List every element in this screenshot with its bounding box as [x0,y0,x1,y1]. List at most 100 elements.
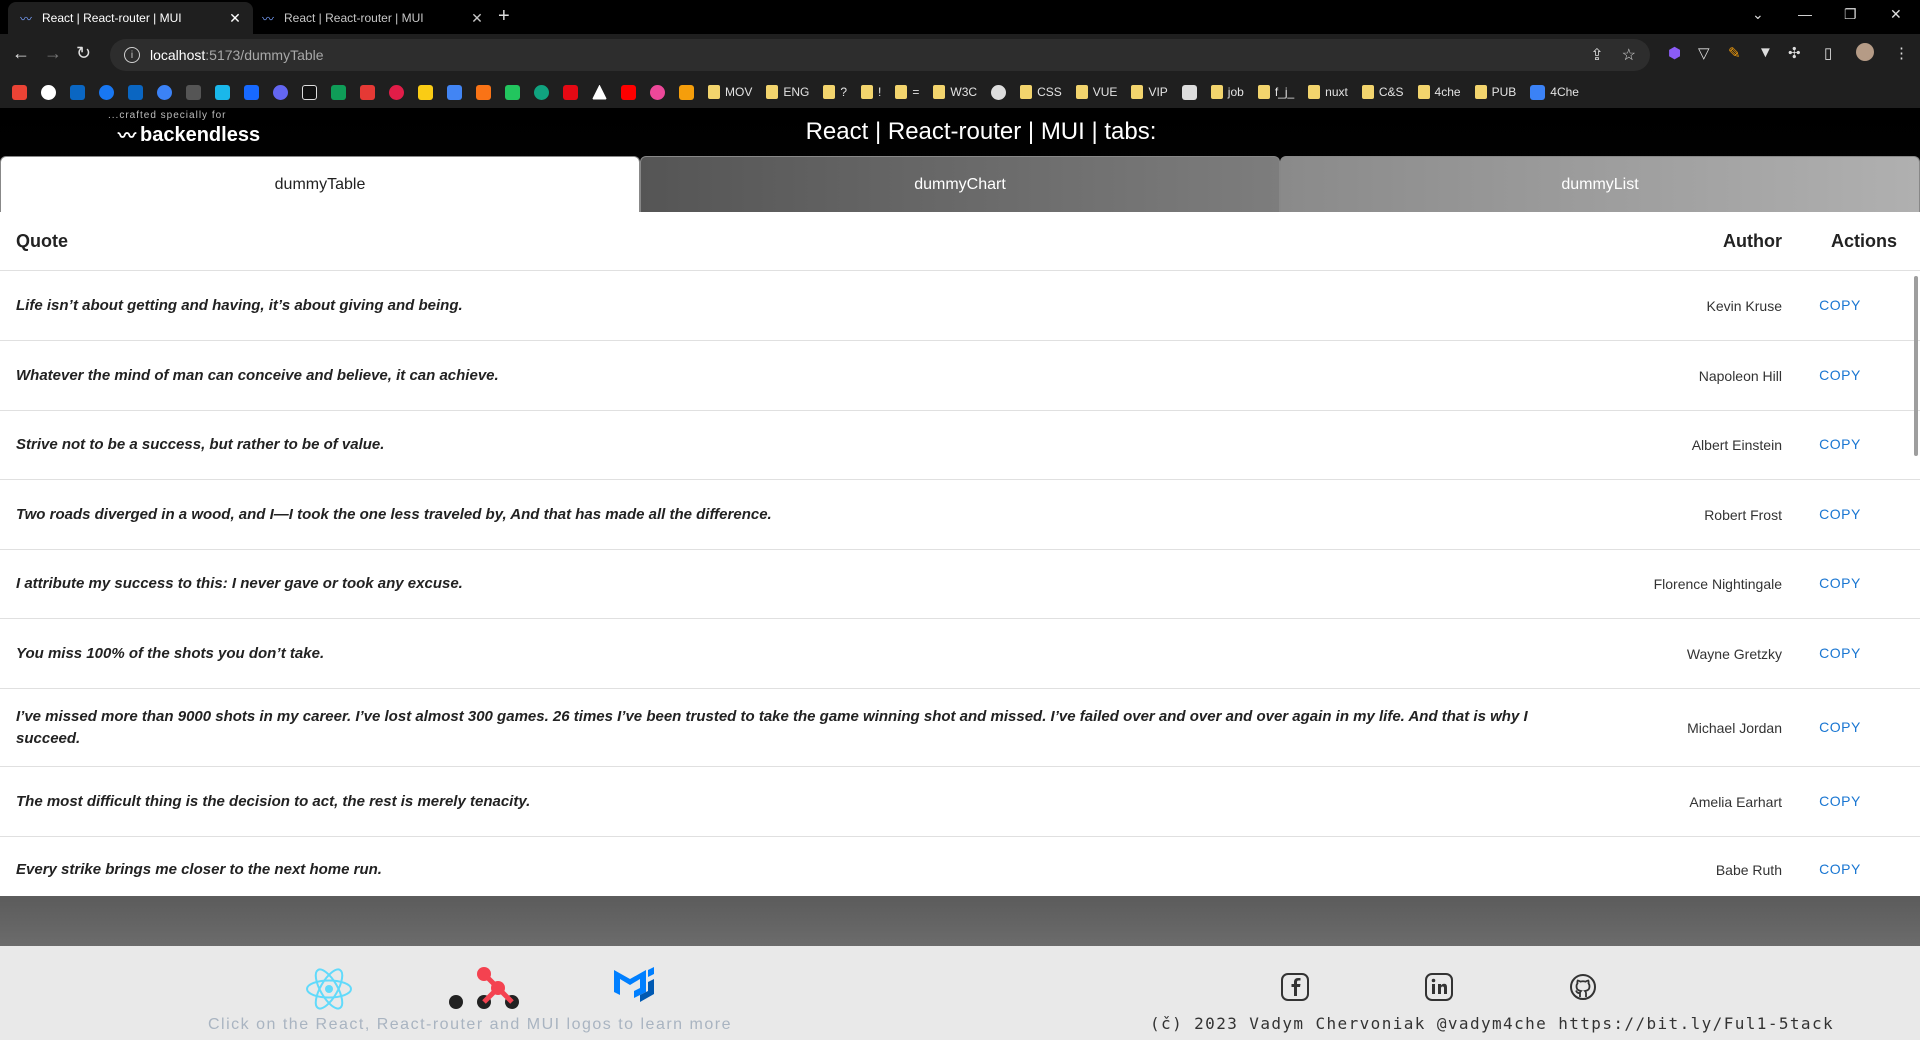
minimize-button[interactable]: — [1798,6,1812,22]
bookmark-icon[interactable] [418,84,433,100]
copy-button[interactable]: COPY [1819,506,1861,522]
bookmark-folder[interactable]: ? [823,85,847,99]
bookmark-icon[interactable] [476,84,491,100]
gmail-icon[interactable] [12,84,27,100]
close-tab-icon[interactable]: ✕ [469,10,485,27]
linkedin-icon[interactable] [70,84,85,100]
bookmark-folder[interactable]: CSS [1020,85,1062,99]
bookmark-folder[interactable]: C&S [1361,85,1404,99]
quote-cell: Whatever the mind of man can conceive an… [16,366,499,384]
linkedin-icon[interactable] [1424,972,1454,1002]
bookmark-icon[interactable] [505,84,520,100]
copy-button[interactable]: COPY [1819,793,1861,809]
bookmark-folder[interactable]: VIP [1131,85,1168,99]
vimeo-icon[interactable] [215,84,230,100]
table-scrollbar[interactable] [1914,276,1918,456]
react-router-logo-icon[interactable] [448,964,520,1019]
bookmark-folder[interactable]: ! [861,85,881,99]
quote-cell: The most difficult thing is the decision… [16,792,531,810]
extension-icon[interactable]: ✎ [1728,44,1741,62]
copy-button[interactable]: COPY [1819,436,1861,452]
copy-button[interactable]: COPY [1819,645,1861,661]
copy-button[interactable]: COPY [1819,367,1861,383]
copy-button[interactable]: COPY [1819,719,1861,735]
youtube-icon[interactable] [621,84,636,100]
netflix-icon[interactable] [563,84,578,100]
profile-avatar[interactable] [1856,43,1874,61]
behance-icon[interactable] [244,84,259,100]
bookmark-star-icon[interactable]: ☆ [1622,45,1636,65]
author-cell: Babe Ruth [1715,862,1782,878]
djinni-icon[interactable] [157,84,172,100]
folder-icon [1308,85,1321,99]
bookmark-folder[interactable]: W3C [933,85,977,99]
x-icon[interactable] [302,84,317,100]
bookmark-folder[interactable]: PUB [1474,85,1516,99]
column-header-author: Author [1723,230,1782,251]
address-bar[interactable]: i localhost :5173/dummyTable ⇪ ☆ [110,39,1650,71]
side-panel-icon[interactable]: ▯ [1824,44,1832,62]
gear-icon[interactable] [273,84,288,100]
bookmark-icon[interactable] [360,84,375,100]
table-row: You miss 100% of the shots you don’t tak… [0,619,1920,689]
column-header-actions: Actions [1830,230,1897,251]
tab-dummy-list[interactable]: dummyList [1280,156,1920,212]
close-tab-icon[interactable]: ✕ [227,10,243,27]
extension-icon[interactable]: ▽ [1698,44,1710,62]
tab-search-icon[interactable]: ⌄ [1752,6,1764,23]
vercel-icon[interactable] [592,84,607,100]
forward-arrow-icon[interactable]: → [44,44,62,62]
back-arrow-icon[interactable]: ← [12,44,30,62]
linkedin-icon[interactable] [128,84,143,100]
bookmark-folder[interactable]: = [895,85,919,99]
facebook-icon[interactable] [1280,972,1310,1002]
copy-button[interactable]: COPY [1819,297,1861,313]
extension-icon[interactable]: ⬢ [1668,44,1681,62]
close-window-button[interactable]: ✕ [1890,6,1902,23]
dou-icon[interactable] [186,84,201,100]
bookmark-folder[interactable]: 4che [1417,85,1461,99]
github-icon[interactable] [41,84,56,100]
folder-icon [1075,85,1088,99]
author-cell: Robert Frost [1704,506,1782,523]
table-row: I’ve missed more than 9000 shots in my c… [0,689,1920,767]
bookmark-folder[interactable]: ENG [766,85,809,99]
copy-button[interactable]: COPY [1819,575,1861,591]
tab-dummy-chart[interactable]: dummyChart [640,156,1280,212]
folder-icon [823,85,836,99]
new-tab-button[interactable]: + [498,6,510,26]
bookmark-folder[interactable]: MOV [708,85,752,99]
site-info-icon[interactable]: i [124,47,140,63]
extensions-puzzle-icon[interactable]: ✣ [1788,44,1801,62]
bookmark-folder[interactable]: nuxt [1308,85,1348,99]
globe-icon[interactable] [991,84,1007,100]
bookmark-folder[interactable]: f_j_ [1257,85,1294,99]
bookmark-icon[interactable] [1181,84,1197,100]
bookmark-icon[interactable] [650,84,665,100]
extension-icon[interactable]: ▼ [1758,44,1773,61]
github-icon[interactable] [1568,972,1598,1002]
maximize-button[interactable]: ❐ [1844,6,1857,23]
copy-button[interactable]: COPY [1819,861,1861,877]
mui-logo-icon[interactable] [612,964,658,1009]
bookmark-icon[interactable] [389,84,404,100]
bookmark-folder[interactable]: VUE [1075,85,1117,99]
share-icon[interactable]: ⇪ [1590,45,1603,65]
translate-icon[interactable] [447,84,462,100]
bookmark-folder[interactable]: job [1210,85,1244,99]
bookmark-icon[interactable] [679,84,694,100]
browser-tab-title: React | React-router | MUI [42,11,182,25]
browser-tab[interactable]: 〰 React | React-router | MUI ✕ [250,2,495,34]
folder-icon [1361,85,1374,99]
author-cell: Wayne Gretzky [1686,645,1782,662]
tab-dummy-table[interactable]: dummyTable [0,156,640,212]
reload-icon[interactable]: ↻ [76,44,91,62]
browser-tab-active[interactable]: 〰 React | React-router | MUI ✕ [8,2,253,34]
react-logo-icon[interactable] [304,964,354,1019]
bookmark-link[interactable]: 4Che [1530,84,1579,100]
browser-menu-icon[interactable]: ⋮ [1894,44,1909,62]
facebook-icon[interactable] [99,84,114,100]
sheets-icon[interactable] [331,84,346,100]
table-row: Whatever the mind of man can conceive an… [0,341,1920,411]
chatgpt-icon[interactable] [534,84,549,100]
